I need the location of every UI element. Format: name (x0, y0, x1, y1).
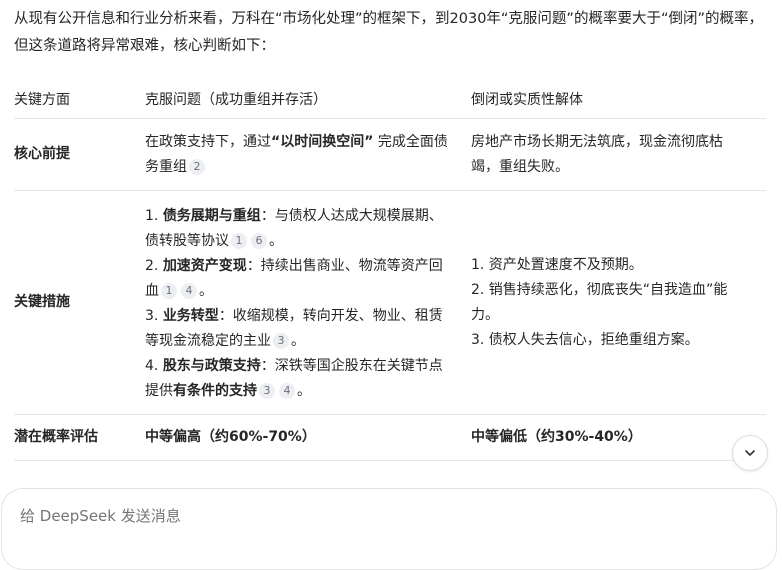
citation-badge[interactable]: 3 (259, 383, 275, 399)
message-input[interactable] (20, 507, 720, 525)
premise-text: 在政策支持下，通过 (145, 133, 271, 150)
measure-bold: 加速资产变现 (162, 258, 247, 274)
probability-collapse: 中等偏低（约30%-40%） (471, 414, 766, 461)
comparison-table: 关键方面 克服问题（成功重组并存活） 倒闭或实质性解体 核心前提 在政策支持下，… (14, 82, 766, 461)
collapse-item-3: 3. 债权人失去信心，拒绝重组方案。 (471, 331, 699, 348)
premise-bold: “以时间换空间” (271, 133, 374, 150)
row-label-measures: 关键措施 (14, 190, 145, 415)
measure-number: 2. (145, 258, 163, 274)
citation-badge[interactable]: 4 (181, 283, 197, 299)
measure-item-1: 1. 债务展期与重组：与债权人达成大规模展期、债转股等协议 1 6。 (145, 204, 453, 254)
chevron-down-icon (745, 450, 755, 456)
premise-collapse-cell: 房地产市场长期无法筑底，现金流彻底枯竭，重组失败。 (471, 118, 766, 191)
measure-item-4: 4. 股东与政策支持：深铁等国企股东在关键节点提供有条件的支持 3 4。 (145, 354, 453, 404)
measure-item-3: 3. 业务转型：收缩规模，转向开发、物业、租赁等现金流稳定的主业 3。 (145, 304, 453, 354)
measure-item-2: 2. 加速资产变现：持续出售商业、物流等资产回血 1 4。 (145, 254, 453, 304)
table-row: 核心前提 在政策支持下，通过“以时间换空间” 完成全面债务重组 2 房地产市场长期… (14, 118, 766, 191)
measure-bold: 有条件的支持 (173, 383, 257, 399)
period: 。 (291, 333, 305, 349)
period: 。 (297, 383, 311, 399)
probability-overcome: 中等偏高（约60%-70%） (145, 414, 471, 461)
citation-badge[interactable]: 3 (273, 333, 289, 349)
measure-bold: 业务转型 (162, 308, 219, 324)
measure-bold: 股东与政策支持 (162, 358, 261, 374)
header-overcome: 克服问题（成功重组并存活） (145, 82, 471, 119)
measure-number: 1. (145, 208, 163, 224)
scroll-to-bottom-button[interactable] (732, 435, 768, 471)
intro-paragraph: 从现有公开信息和行业分析来看，万科在“市场化处理”的框架下，到2030年“克服问… (14, 11, 763, 54)
measures-overcome-cell: 1. 债务展期与重组：与债权人达成大规模展期、债转股等协议 1 6。 2. 加速资产… (145, 190, 471, 415)
measure-number: 3. (145, 308, 163, 324)
period: 。 (199, 283, 213, 299)
measure-number: 4. (145, 358, 163, 374)
citation-badge[interactable]: 6 (251, 233, 267, 249)
citation-badge[interactable]: 1 (231, 233, 247, 249)
message-composer (1, 488, 777, 570)
table-header-row: 关键方面 克服问题（成功重组并存活） 倒闭或实质性解体 (14, 82, 766, 119)
row-label-premise: 核心前提 (14, 118, 145, 191)
collapse-item-2: 2. 销售持续恶化，彻底丧失“自我造血”能力。 (471, 281, 728, 323)
table-row: 关键措施 1. 债务展期与重组：与债权人达成大规模展期、债转股等协议 1 6。 2.… (14, 190, 766, 415)
citation-badge[interactable]: 2 (189, 158, 205, 175)
premise-overcome-cell: 在政策支持下，通过“以时间换空间” 完成全面债务重组 2 (145, 118, 471, 191)
measures-collapse-cell: 1. 资产处置速度不及预期。 2. 销售持续恶化，彻底丧失“自我造血”能力。 3… (471, 190, 766, 415)
header-collapse: 倒闭或实质性解体 (471, 82, 766, 119)
collapse-item-1: 1. 资产处置速度不及预期。 (471, 256, 643, 273)
table-row: 潜在概率评估 中等偏高（约60%-70%） 中等偏低（约30%-40%） (14, 414, 766, 461)
measure-bold: 债务展期与重组 (162, 208, 261, 224)
header-aspect: 关键方面 (14, 82, 145, 119)
row-label-probability: 潜在概率评估 (14, 414, 145, 461)
period: 。 (269, 233, 283, 249)
citation-badge[interactable]: 1 (161, 283, 177, 299)
citation-badge[interactable]: 4 (279, 383, 295, 399)
premise-collapse-text: 房地产市场长期无法筑底，现金流彻底枯竭，重组失败。 (471, 133, 723, 175)
